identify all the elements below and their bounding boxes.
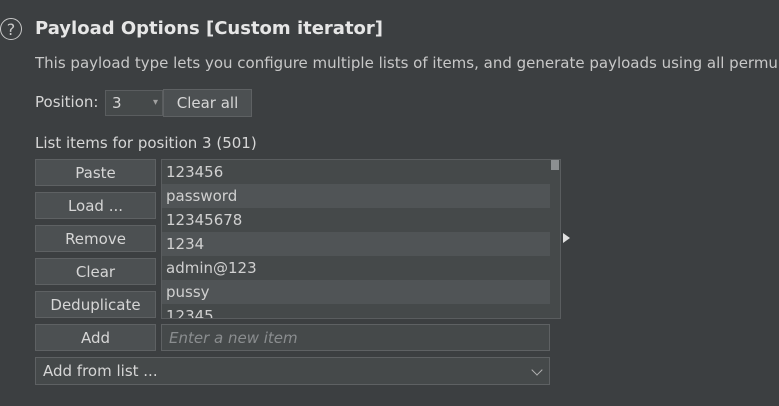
load-button[interactable]: Load ... (35, 192, 156, 219)
list-label: List items for position 3 (501) (35, 134, 257, 152)
list-item[interactable]: password (162, 184, 550, 208)
list-scrollbar[interactable] (550, 160, 560, 318)
position-value: 3 (112, 94, 122, 112)
chevron-down-icon (531, 364, 543, 376)
chevron-down-icon: ▾ (152, 97, 158, 108)
position-select[interactable]: 3 ▾ (105, 90, 163, 116)
section-description: This payload type lets you configure mul… (35, 54, 778, 72)
list-item[interactable]: admin@123 (162, 256, 550, 280)
list-item[interactable]: 123456 (162, 160, 550, 184)
clear-all-button[interactable]: Clear all (163, 89, 252, 117)
clear-button[interactable]: Clear (35, 258, 156, 285)
position-label: Position: (35, 93, 99, 111)
section-title: Payload Options [Custom iterator] (35, 18, 384, 39)
list-item[interactable]: 12345678 (162, 208, 550, 232)
scrollbar-thumb[interactable] (551, 160, 559, 170)
right-arrow-icon (563, 233, 570, 243)
paste-button[interactable]: Paste (35, 159, 156, 186)
list-item[interactable]: 12345 (162, 304, 550, 318)
help-icon[interactable]: ? (0, 18, 22, 40)
remove-button[interactable]: Remove (35, 225, 156, 252)
list-item[interactable]: 1234 (162, 232, 550, 256)
payload-list[interactable]: 123456 password 12345678 1234 admin@123 … (161, 159, 561, 319)
deduplicate-button[interactable]: Deduplicate (35, 291, 156, 318)
add-from-list-select[interactable]: Add from list ... (35, 357, 550, 385)
new-item-input[interactable] (161, 324, 550, 351)
add-button[interactable]: Add (35, 324, 156, 351)
list-item[interactable]: pussy (162, 280, 550, 304)
add-from-list-label: Add from list ... (43, 362, 158, 380)
